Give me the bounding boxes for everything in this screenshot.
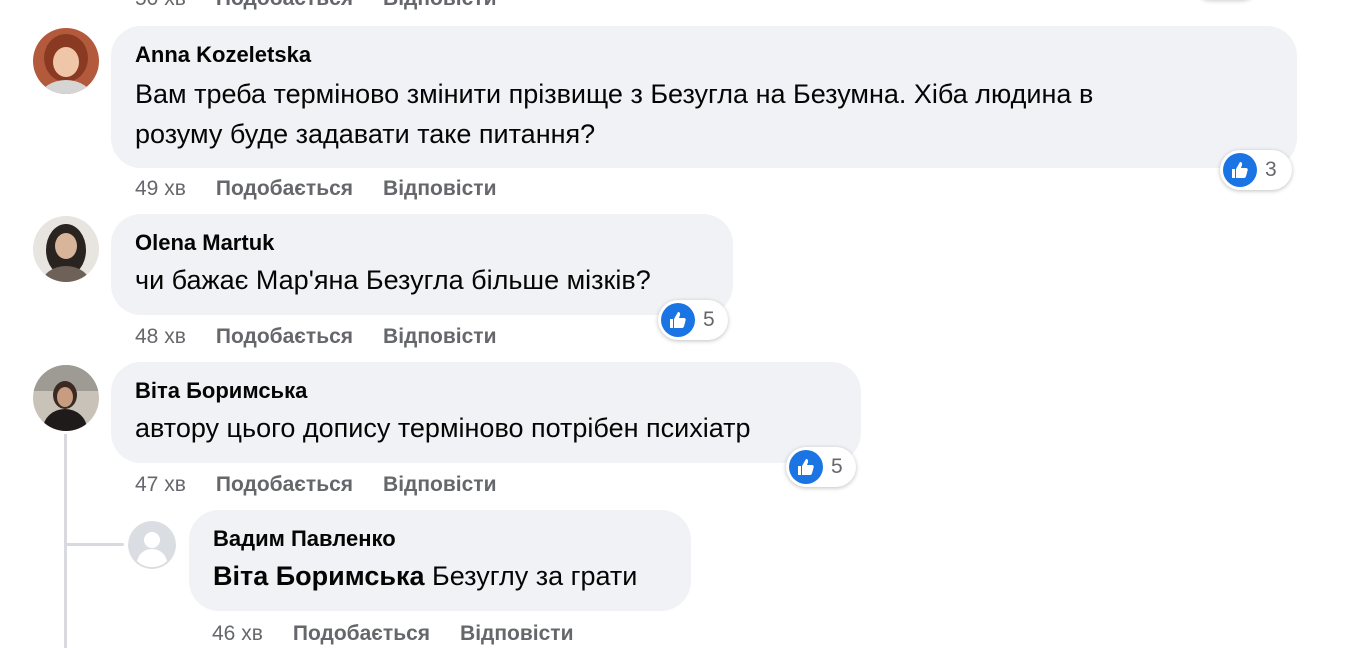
comment-time[interactable]: 49 хв — [135, 177, 186, 200]
avatar-anna[interactable] — [33, 28, 99, 94]
reply-text: Віта Боримська Безуглу за грати — [213, 556, 667, 596]
like-link[interactable]: Подобається — [216, 177, 353, 200]
like-link[interactable]: Подобається — [216, 325, 353, 348]
comment-meta: 47 хв Подобається Відповісти — [135, 472, 527, 498]
reply-text-body: Безуглу за грати — [424, 561, 638, 591]
reaction-summary[interactable]: 5 — [786, 447, 856, 487]
comment-bubble: Віта Боримська автору цього допису термі… — [111, 362, 861, 463]
comment-bubble: Olena Martuk чи бажає Мар'яна Безугла бі… — [111, 214, 733, 315]
comment-time[interactable]: 48 хв — [135, 325, 186, 348]
comment-meta-partial: 50 хв Подобається Відповісти — [135, 0, 527, 12]
reaction-count: 5 — [703, 308, 715, 331]
comment-time[interactable]: 46 хв — [212, 622, 263, 645]
comment-text: автору цього допису терміново потрібен п… — [135, 413, 751, 443]
reply-link[interactable]: Відповісти — [383, 177, 496, 200]
like-link[interactable]: Подобається — [216, 473, 353, 496]
comment-text: Вам треба терміново змінити прізвище з Б… — [135, 79, 1094, 109]
reply-link[interactable]: Відповісти — [383, 0, 496, 10]
thumbs-up-icon — [1223, 153, 1257, 187]
reply-link[interactable]: Відповісти — [383, 473, 496, 496]
comment-author[interactable]: Olena Martuk — [135, 228, 709, 258]
avatar-olena[interactable] — [33, 216, 99, 282]
thumbs-up-icon — [661, 303, 695, 337]
comment-time[interactable]: 47 хв — [135, 473, 186, 496]
reaction-summary[interactable]: 3 — [1220, 150, 1292, 190]
comment-author[interactable]: Віта Боримська — [135, 376, 837, 406]
thread-branch — [64, 543, 124, 546]
like-link[interactable]: Подобається — [293, 622, 430, 645]
avatar-vadym[interactable] — [128, 521, 176, 569]
comment-text: розуму буде задавати таке питання? — [135, 119, 596, 149]
reaction-summary[interactable]: 5 — [658, 300, 728, 340]
comment-time[interactable]: 50 хв — [135, 0, 186, 10]
like-link[interactable]: Подобається — [216, 0, 353, 10]
comment-meta: 48 хв Подобається Відповісти — [135, 324, 527, 350]
comment-meta: 49 хв Подобається Відповісти — [135, 176, 527, 202]
thread-line — [64, 434, 67, 648]
reply-link[interactable]: Відповісти — [460, 622, 573, 645]
comment-author[interactable]: Anna Kozeletska — [135, 40, 1273, 70]
reply-bubble: Вадим Павленко Віта Боримська Безуглу за… — [189, 510, 691, 611]
comment-bubble: Anna Kozeletska Вам треба терміново змін… — [111, 26, 1297, 168]
thumbs-up-icon — [789, 450, 823, 484]
mention-link[interactable]: Віта Боримська — [213, 561, 425, 591]
comment-text: чи бажає Мар'яна Безугла більше мізків? — [135, 265, 651, 295]
reaction-count: 5 — [831, 455, 843, 478]
avatar-vita[interactable] — [33, 365, 99, 431]
reply-link[interactable]: Відповісти — [383, 325, 496, 348]
reaction-count: 3 — [1265, 158, 1277, 181]
reply-meta: 46 хв Подобається Відповісти — [212, 621, 604, 647]
reply-author[interactable]: Вадим Павленко — [213, 524, 667, 554]
